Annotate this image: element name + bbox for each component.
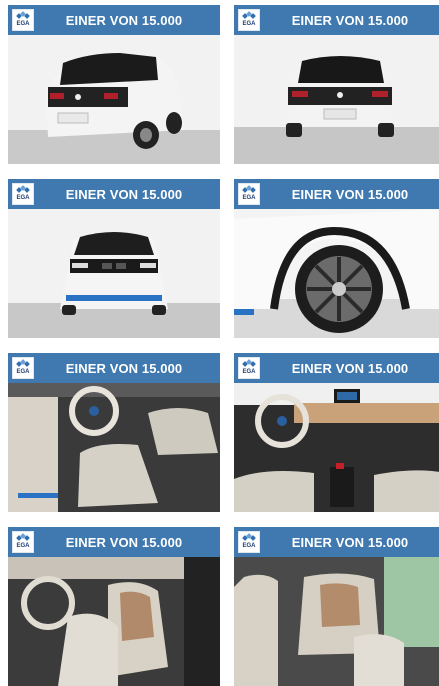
photo-grid: EGA EINER VON 15.000 EGA EINER VON 15.00… (8, 5, 439, 686)
ega-logo: EGA (238, 531, 260, 553)
photo-card-3[interactable]: EGA EINER VON 15.000 (8, 179, 220, 338)
car-photo-dashboard (234, 383, 439, 512)
car-photo-front-seats (8, 557, 220, 686)
car-photo-interior-driver (8, 383, 220, 512)
card-banner: EGA EINER VON 15.000 (234, 179, 439, 209)
car-photo-front (8, 209, 220, 338)
photo-card-8[interactable]: EGA EINER VON 15.000 (234, 527, 439, 686)
photo-card-7[interactable]: EGA EINER VON 15.000 (8, 527, 220, 686)
card-banner: EGA EINER VON 15.000 (8, 527, 220, 557)
photo-card-1[interactable]: EGA EINER VON 15.000 (8, 5, 220, 164)
card-banner: EGA EINER VON 15.000 (8, 179, 220, 209)
photo-card-5[interactable]: EGA EINER VON 15.000 (8, 353, 220, 512)
card-title: EINER VON 15.000 (65, 360, 183, 376)
card-title: EINER VON 15.000 (291, 186, 409, 202)
card-banner: EGA EINER VON 15.000 (234, 527, 439, 557)
ega-logo: EGA (238, 183, 260, 205)
ega-logo: EGA (238, 9, 260, 31)
photo-card-6[interactable]: EGA EINER VON 15.000 (234, 353, 439, 512)
card-title: EINER VON 15.000 (65, 186, 183, 202)
card-banner: EGA EINER VON 15.000 (8, 353, 220, 383)
card-title: EINER VON 15.000 (65, 534, 183, 550)
car-photo-rear-three-quarter (8, 35, 220, 164)
card-title: EINER VON 15.000 (291, 534, 409, 550)
card-banner: EGA EINER VON 15.000 (8, 5, 220, 35)
card-banner: EGA EINER VON 15.000 (234, 5, 439, 35)
ega-logo: EGA (12, 357, 34, 379)
card-title: EINER VON 15.000 (291, 360, 409, 376)
card-title: EINER VON 15.000 (65, 12, 183, 28)
card-banner: EGA EINER VON 15.000 (234, 353, 439, 383)
car-photo-wheel (234, 209, 439, 338)
car-photo-rear (234, 35, 439, 164)
photo-card-4[interactable]: EGA EINER VON 15.000 (234, 179, 439, 338)
photo-card-2[interactable]: EGA EINER VON 15.000 (234, 5, 439, 164)
ega-logo: EGA (238, 357, 260, 379)
card-title: EINER VON 15.000 (291, 12, 409, 28)
ega-logo: EGA (12, 531, 34, 553)
ega-logo: EGA (12, 183, 34, 205)
car-photo-rear-seats (234, 557, 439, 686)
ega-logo: EGA (12, 9, 34, 31)
